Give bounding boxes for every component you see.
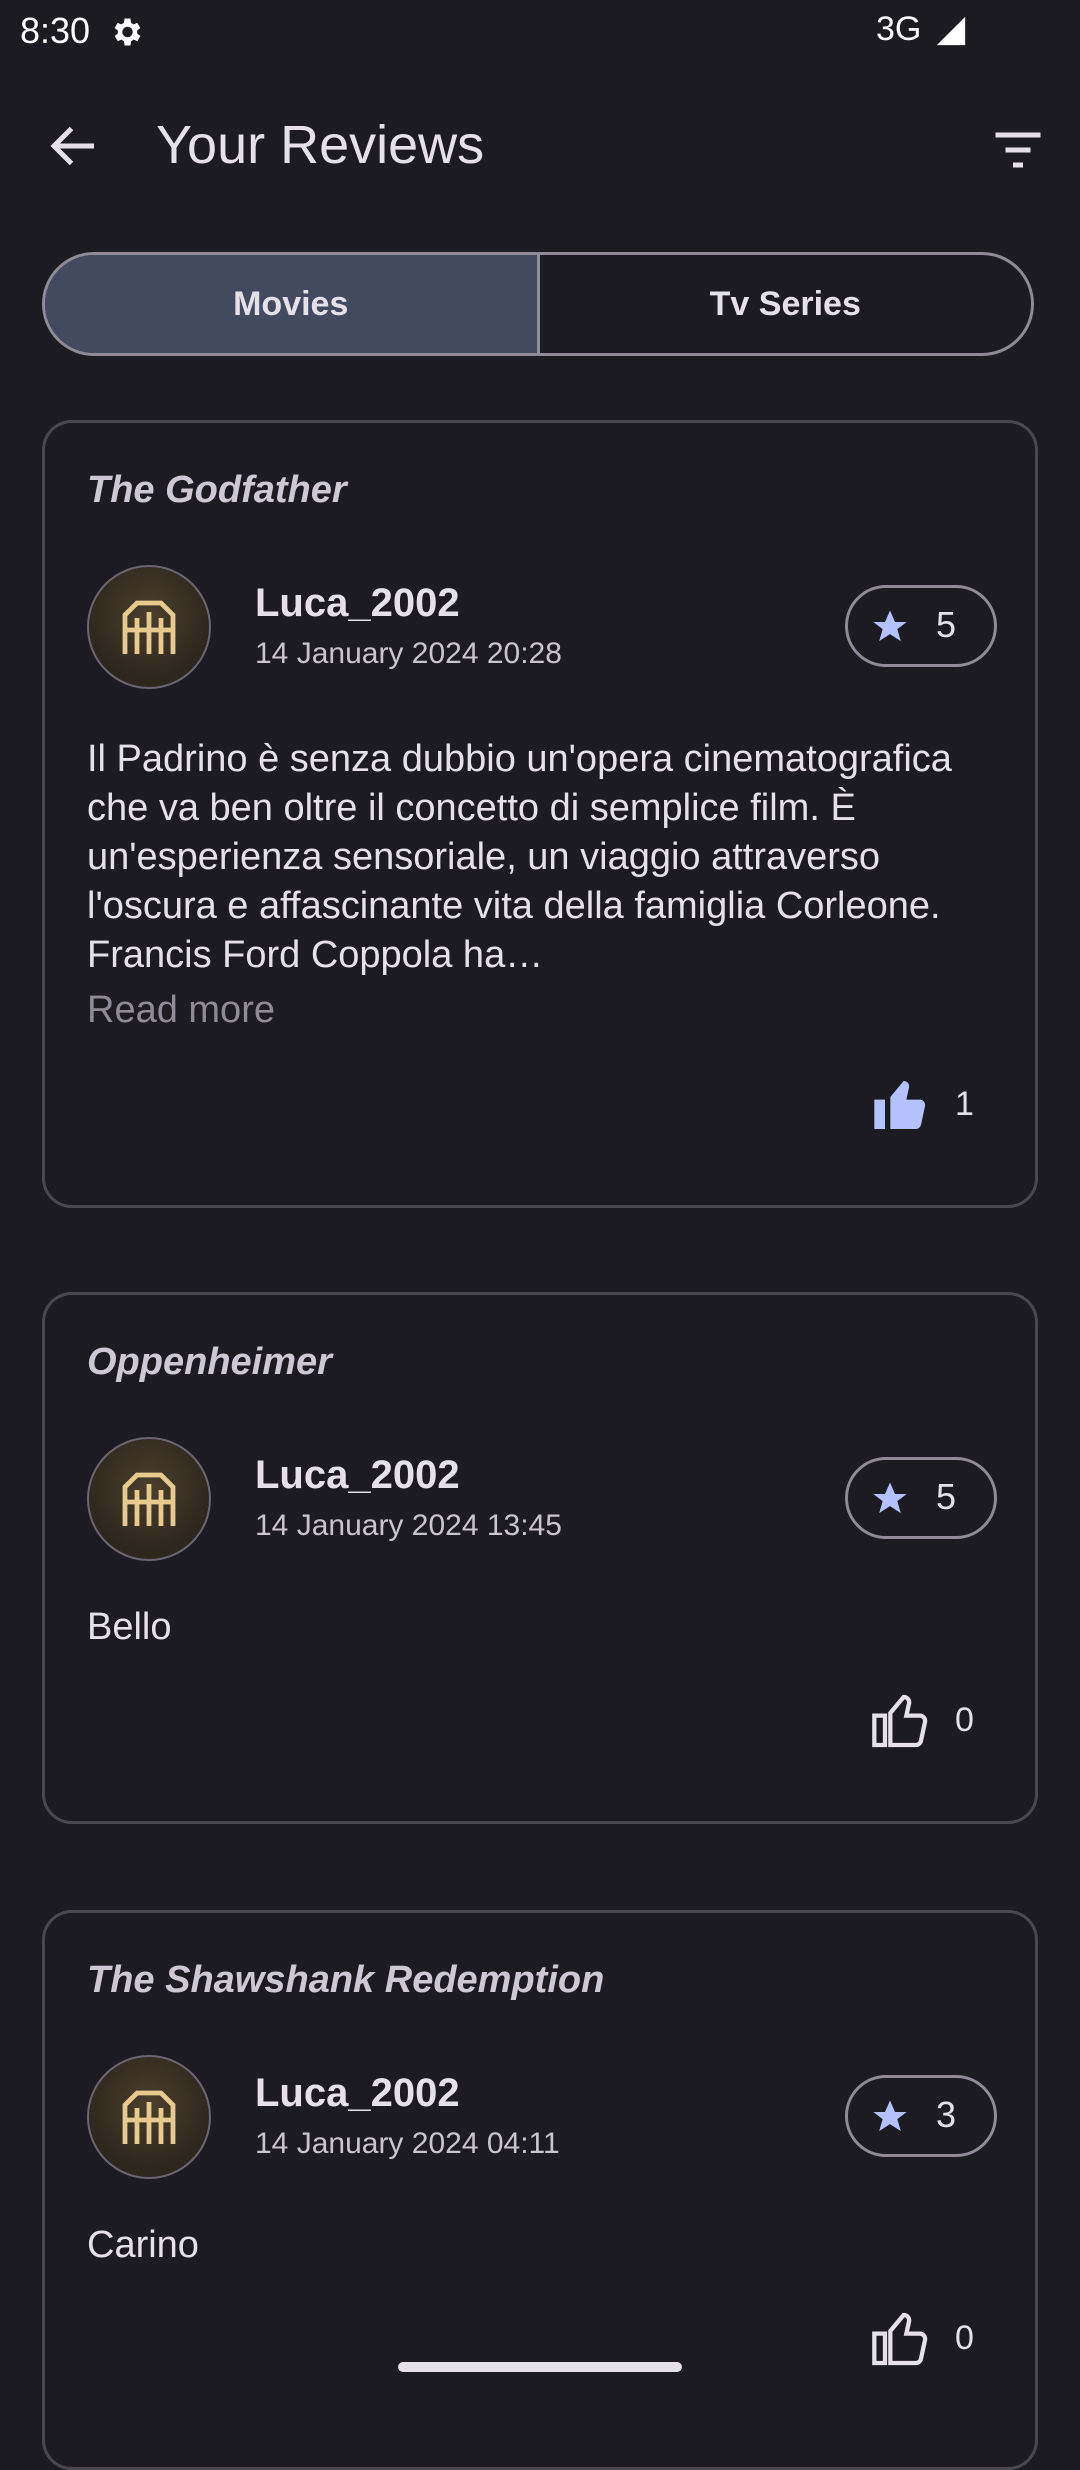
network-type: 3G (876, 10, 922, 48)
gear-icon (114, 18, 141, 46)
tab-movies[interactable]: Movies (45, 255, 540, 353)
review-card[interactable]: The Shawshank Redemption Luca_2002 14 Ja… (42, 1910, 1038, 2470)
like-count: 0 (955, 2319, 974, 2357)
review-card[interactable]: Oppenheimer Luca_2002 14 January 2024 13… (42, 1292, 1038, 1824)
movie-title: Oppenheimer (87, 1341, 332, 1383)
avatar-logo-icon (122, 1472, 176, 1526)
username: Luca_2002 (255, 1453, 460, 1497)
page-title: Your Reviews (156, 115, 485, 175)
rating-chip: 5 (845, 1457, 997, 1539)
username: Luca_2002 (255, 581, 460, 625)
home-indicator[interactable] (398, 2362, 682, 2372)
rating-value: 3 (936, 2094, 957, 2135)
thumb-up-outline-icon[interactable] (869, 2307, 933, 2371)
signal-icon (936, 16, 966, 46)
review-date: 14 January 2024 13:45 (255, 1509, 562, 1542)
arrow-back-icon[interactable] (44, 116, 104, 176)
like-count: 1 (955, 1085, 974, 1123)
rating-chip: 3 (845, 2075, 997, 2157)
review-date: 14 January 2024 20:28 (255, 637, 562, 670)
segmented-tabs: Movies Tv Series (42, 252, 1034, 356)
avatar (87, 2055, 211, 2179)
star-icon (873, 2100, 907, 2132)
movie-title: The Godfather (87, 469, 347, 511)
star-icon (873, 1482, 907, 1514)
filter-icon[interactable] (988, 120, 1048, 180)
avatar-logo-icon (122, 2090, 176, 2144)
rating-chip: 5 (845, 585, 997, 667)
review-text: Bello (87, 1606, 172, 1648)
thumb-up-filled-icon[interactable] (869, 1073, 933, 1137)
tab-tv-series[interactable]: Tv Series (540, 255, 1032, 353)
review-card[interactable]: The Godfather Luca_2002 14 January 2024 … (42, 420, 1038, 1208)
avatar (87, 1437, 211, 1561)
app-bar: Your Reviews (0, 96, 1080, 200)
like-count: 0 (955, 1701, 974, 1739)
movie-title: The Shawshank Redemption (87, 1959, 605, 2001)
thumb-up-outline-icon[interactable] (869, 1689, 933, 1753)
read-more-link[interactable]: Read more (87, 989, 275, 1032)
review-text: Il Padrino è senza dubbio un'opera cinem… (87, 738, 952, 976)
star-icon (873, 610, 907, 642)
rating-value: 5 (936, 1476, 957, 1517)
avatar-logo-icon (122, 600, 176, 654)
review-text: Carino (87, 2224, 199, 2266)
username: Luca_2002 (255, 2071, 460, 2115)
rating-value: 5 (936, 604, 957, 645)
status-time: 8:30 (20, 10, 91, 51)
review-date: 14 January 2024 04:11 (255, 2127, 560, 2160)
avatar (87, 565, 211, 689)
status-bar: 8:30 3G (0, 0, 1080, 64)
